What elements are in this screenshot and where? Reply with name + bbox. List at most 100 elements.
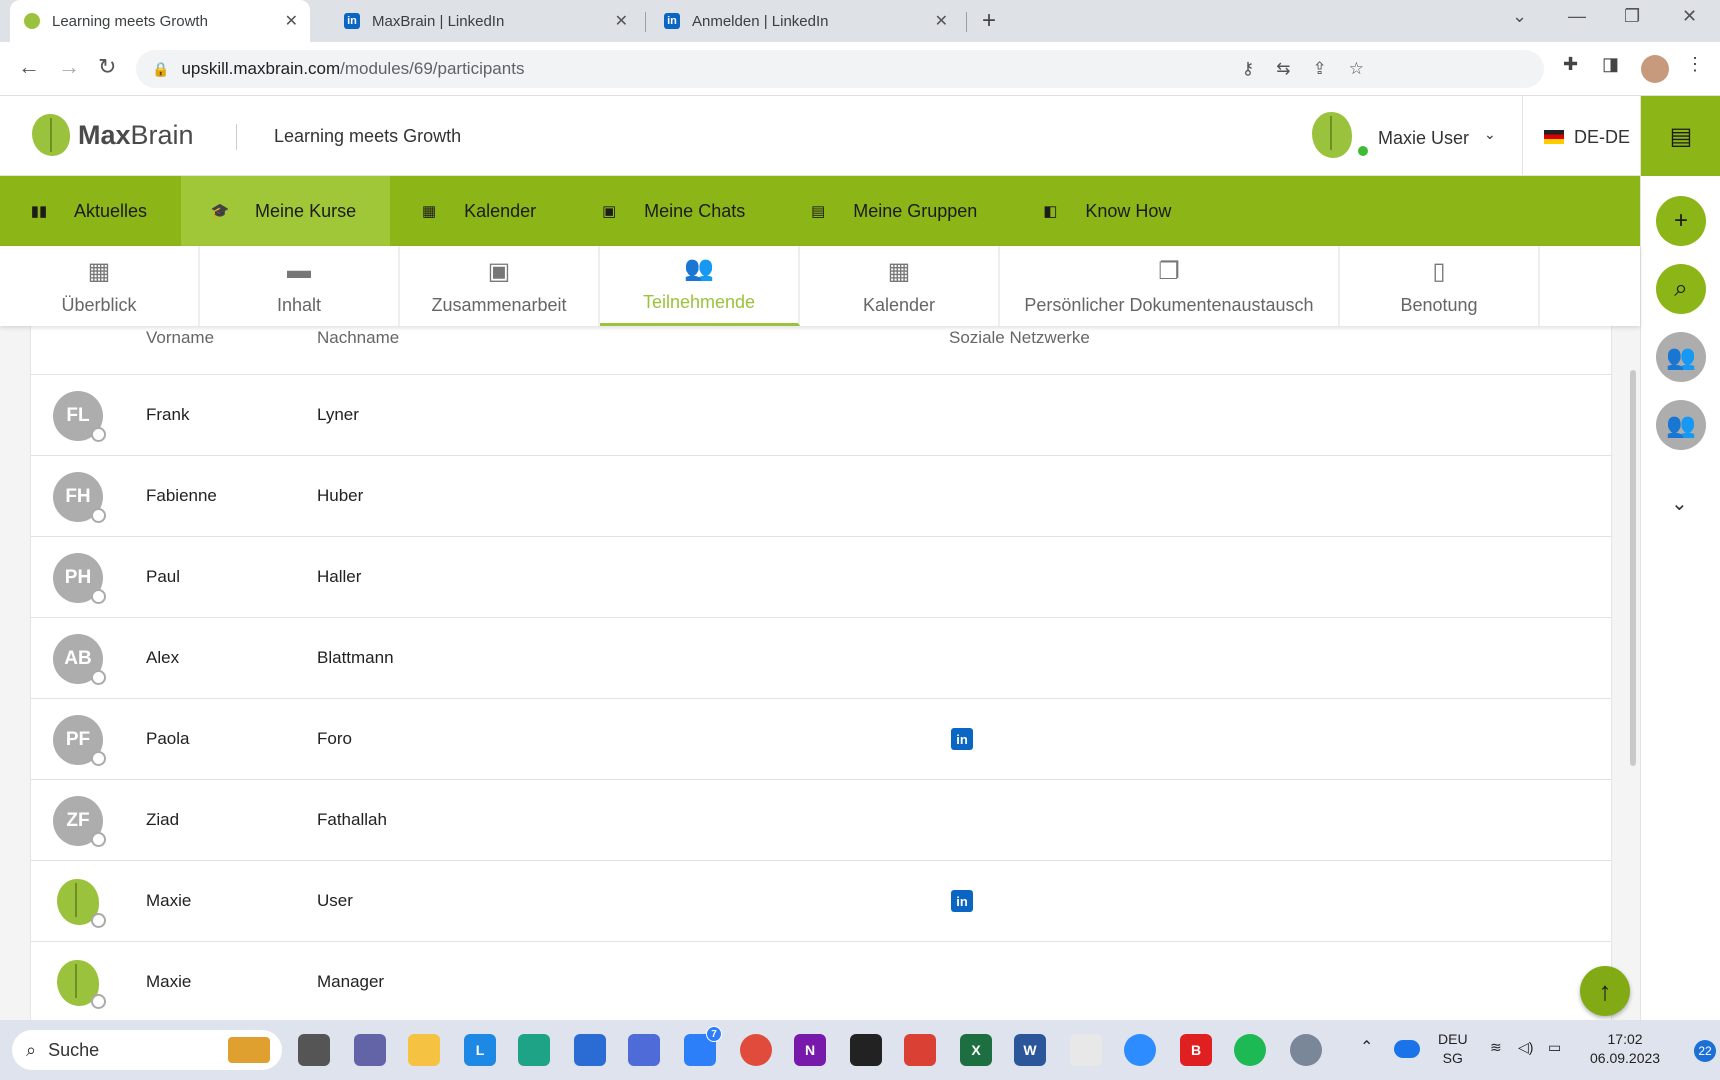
table-row[interactable]: PF Paola Foro in: [31, 699, 1611, 780]
nav-item-kalender[interactable]: ▦ Kalender: [390, 176, 570, 246]
onedrive-icon[interactable]: [1394, 1040, 1420, 1058]
window-close-icon[interactable]: ✕: [1682, 6, 1697, 27]
chevron-down-icon[interactable]: ⌄: [1671, 491, 1688, 516]
nav-item-aktuelles[interactable]: ▮▮ Aktuelles: [0, 176, 181, 246]
nav-item-meine-gruppen[interactable]: ▤ Meine Gruppen: [779, 176, 1011, 246]
clock[interactable]: 17:02 06.09.2023: [1590, 1030, 1660, 1068]
german-flag-icon[interactable]: [1544, 130, 1564, 144]
battery-icon[interactable]: ▭: [1548, 1038, 1561, 1057]
chrome-menu-icon[interactable]: ⋮: [1686, 54, 1704, 75]
tray-chevron-up-icon[interactable]: ⌃: [1360, 1038, 1373, 1057]
volume-icon[interactable]: ◁): [1518, 1038, 1533, 1057]
nav-item-meine-kurse[interactable]: 🎓 Meine Kurse: [181, 176, 391, 246]
tab-kalender[interactable]: ▦ Kalender: [800, 246, 1000, 326]
side-panel-icon[interactable]: ◨: [1602, 54, 1619, 75]
address-bar: ← → ↻ 🔒 upskill.maxbrain.com/modules/69/…: [0, 42, 1720, 96]
column-header-nachname[interactable]: Nachname: [317, 328, 399, 348]
user-avatar[interactable]: [1312, 112, 1352, 158]
browser-tab-2[interactable]: in MaxBrain | LinkedIn ✕: [330, 0, 640, 42]
table-row[interactable]: FH Fabienne Huber: [31, 456, 1611, 537]
tab-inhalt[interactable]: ▬ Inhalt: [200, 246, 400, 326]
share-icon[interactable]: ⇪: [1313, 59, 1327, 79]
main-navigation: ▮▮ Aktuelles 🎓 Meine Kurse ▦ Kalender ▣ Mein…: [0, 176, 1640, 246]
tab-benotung[interactable]: ▯ Benotung: [1340, 246, 1540, 326]
column-header-vorname[interactable]: Vorname: [146, 328, 214, 348]
browser-tab-1[interactable]: Learning meets Growth ✕: [10, 0, 310, 42]
key-icon[interactable]: ⚷: [1242, 59, 1254, 79]
browser-tab-3[interactable]: in Anmelden | LinkedIn ✕: [650, 0, 960, 42]
close-icon[interactable]: ✕: [935, 11, 948, 31]
reload-icon[interactable]: ↻: [98, 54, 116, 80]
edge-icon[interactable]: [518, 1034, 550, 1066]
page-scrollbar[interactable]: [1630, 370, 1636, 766]
user-menu-name[interactable]: Maxie User: [1378, 128, 1469, 149]
nav-item-know-how[interactable]: ◧ Know How: [1011, 176, 1205, 246]
table-row[interactable]: FL Frank Lyner: [31, 375, 1611, 456]
table-row[interactable]: AB Alex Blattmann: [31, 618, 1611, 699]
lang-bottom: SG: [1442, 1050, 1463, 1066]
todoist-icon[interactable]: [904, 1034, 936, 1066]
store-icon[interactable]: [574, 1034, 606, 1066]
language-selector[interactable]: DE-DE: [1574, 127, 1630, 148]
spotify-icon[interactable]: [1234, 1034, 1266, 1066]
tab-label: Zusammenarbeit: [431, 295, 567, 315]
taskbar-search[interactable]: ⌕ Suche: [12, 1030, 282, 1070]
b-app-icon[interactable]: B: [1180, 1034, 1212, 1066]
close-icon[interactable]: ✕: [285, 11, 298, 31]
url-field[interactable]: 🔒 upskill.maxbrain.com/modules/69/partic…: [136, 50, 1544, 88]
l-app-icon[interactable]: L: [464, 1034, 496, 1066]
group-button-1[interactable]: 👥: [1656, 332, 1706, 382]
restore-icon[interactable]: ❐: [1624, 6, 1640, 27]
linkedin-icon[interactable]: in: [951, 890, 973, 912]
search-icon: ⌕: [1674, 275, 1688, 302]
excel-icon[interactable]: X: [960, 1034, 992, 1066]
chat-button[interactable]: ▤: [1641, 96, 1720, 176]
new-tab-plus-icon[interactable]: +: [982, 7, 996, 35]
chevron-down-icon[interactable]: ⌄: [1484, 126, 1496, 143]
tab-dokumentenaustausch[interactable]: ❐ Persönlicher Dokumentenaustausch: [1000, 246, 1340, 326]
table-row[interactable]: PH Paul Haller: [31, 537, 1611, 618]
vpn-app-icon[interactable]: [628, 1034, 660, 1066]
chrome-icon[interactable]: [740, 1034, 772, 1066]
back-arrow-icon[interactable]: ←: [18, 54, 40, 80]
documents-icon: ❐: [1158, 258, 1180, 285]
star-icon[interactable]: ☆: [1349, 59, 1364, 79]
group-button-2[interactable]: 👥: [1656, 400, 1706, 450]
figma-icon[interactable]: [850, 1034, 882, 1066]
forward-arrow-icon[interactable]: →: [58, 54, 80, 80]
maxbrain-logo[interactable]: MaxBrain: [32, 114, 194, 156]
nav-item-meine-chats[interactable]: ▣ Meine Chats: [570, 176, 779, 246]
wifi-icon[interactable]: ≋: [1490, 1038, 1502, 1057]
table-row[interactable]: Maxie Manager: [31, 942, 1611, 1020]
tab-teilnehmende[interactable]: 👥 Teilnehmende: [600, 246, 800, 326]
tab-label: Teilnehmende: [642, 292, 756, 312]
zoom-icon[interactable]: [1124, 1034, 1156, 1066]
translate-icon[interactable]: ⇆: [1276, 59, 1290, 79]
search-button[interactable]: ⌕: [1656, 264, 1706, 314]
close-icon[interactable]: ✕: [615, 11, 628, 31]
settings-gear-icon[interactable]: [1290, 1034, 1322, 1066]
minimize-icon[interactable]: —: [1568, 6, 1586, 27]
todo-icon[interactable]: 7: [684, 1026, 722, 1066]
extensions-puzzle-icon[interactable]: ✚: [1563, 54, 1578, 75]
table-row[interactable]: ZF Ziad Fathallah: [31, 780, 1611, 861]
task-view-icon[interactable]: [298, 1034, 330, 1066]
table-row[interactable]: Maxie User in: [31, 861, 1611, 942]
tab-search-chevron-icon[interactable]: ⌄: [1512, 6, 1527, 27]
tab-ueberblick[interactable]: ▦ Überblick: [0, 246, 200, 326]
linkedin-icon[interactable]: in: [951, 728, 973, 750]
onenote-icon[interactable]: N: [794, 1034, 826, 1066]
shared-folder-icon: ▣: [487, 258, 511, 285]
chat-bubble-icon: ▤: [1669, 122, 1693, 150]
input-language[interactable]: DEU SG: [1438, 1030, 1468, 1068]
participants-table: Vorname Nachname Soziale Netzwerke FL Fra…: [30, 326, 1612, 1020]
add-button[interactable]: +: [1656, 196, 1706, 246]
slack-icon[interactable]: [1070, 1034, 1102, 1066]
file-explorer-icon[interactable]: [408, 1034, 440, 1066]
chrome-profile-avatar[interactable]: [1641, 55, 1669, 83]
tab-zusammenarbeit[interactable]: ▣ Zusammenarbeit: [400, 246, 600, 326]
scroll-to-top-button[interactable]: ↑: [1580, 966, 1630, 1016]
teams-icon[interactable]: [354, 1034, 386, 1066]
notification-badge[interactable]: 22: [1694, 1040, 1716, 1062]
word-icon[interactable]: W: [1014, 1034, 1046, 1066]
